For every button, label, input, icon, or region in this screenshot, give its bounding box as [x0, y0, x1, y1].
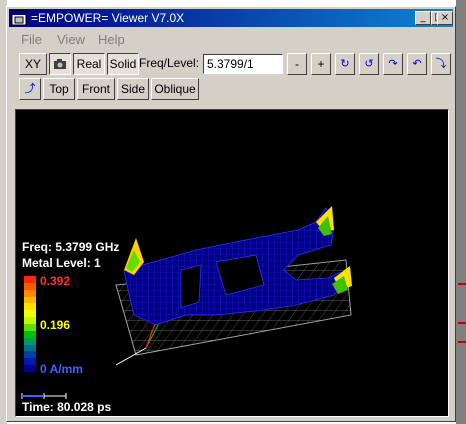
camera-button[interactable] [49, 53, 71, 75]
render-viewport[interactable]: Freq: 5.3799 GHz Metal Level: 1 0.392 0.… [15, 109, 449, 417]
title-bar[interactable]: =EMPOWER= Viewer V7.0X _ □ × [9, 9, 453, 27]
app-icon [11, 10, 27, 26]
rotate-up-button[interactable]: ⤴ [19, 78, 41, 100]
menu-view[interactable]: View [57, 32, 85, 47]
xy-button[interactable]: XY [19, 53, 47, 75]
rotate-left-button[interactable]: ↶ [407, 53, 427, 75]
color-scale-segment [24, 365, 36, 373]
oblique-view-button[interactable]: Oblique [151, 78, 199, 100]
solid-button[interactable]: Solid [107, 53, 139, 75]
rotate-right-button[interactable]: ↷ [383, 53, 403, 75]
rotate-down-icon: ⤵ [435, 57, 447, 70]
increase-button[interactable]: + [311, 53, 331, 75]
decrease-button[interactable]: - [287, 53, 307, 75]
scale-mid-label: 0.196 [40, 318, 71, 332]
menu-help[interactable]: Help [98, 32, 125, 47]
rotate-cw-icon: ↻ [340, 57, 350, 70]
desktop-right-edge [456, 0, 466, 424]
time-readout: Time: 80.028 ps [22, 400, 112, 414]
camera-icon [54, 59, 66, 69]
scale-min-label: 0 A/mm [40, 362, 83, 376]
toolbar-row-2: ⤴ Top Front Side Oblique [9, 78, 453, 100]
metal-level-readout: Metal Level: 1 [22, 256, 101, 270]
viewer-window: =EMPOWER= Viewer V7.0X _ □ × File View H… [6, 6, 456, 422]
desktop-red-mark [458, 283, 466, 285]
scale-ruler [21, 393, 67, 399]
close-button[interactable]: × [437, 11, 453, 25]
minimize-button[interactable]: _ [415, 11, 431, 25]
rotate-up-icon: ⤴ [24, 82, 36, 95]
rotate-right-icon: ↷ [388, 57, 398, 70]
freq-level-label: Freq/Level: [139, 56, 200, 70]
rotate-left-icon: ↶ [412, 57, 422, 70]
frequency-readout: Freq: 5.3799 GHz [22, 240, 120, 254]
menu-file[interactable]: File [21, 32, 42, 47]
freq-level-input[interactable] [203, 54, 283, 74]
front-view-button[interactable]: Front [77, 78, 115, 100]
desktop-red-mark [458, 341, 466, 343]
toolbar-row-1: XY Real Solid Freq/Level: - + ↻ ↺ ↷ ↶ ⤵ [9, 53, 453, 75]
rotate-down-button[interactable]: ⤵ [431, 53, 451, 75]
top-view-button[interactable]: Top [43, 78, 75, 100]
side-view-button[interactable]: Side [117, 78, 149, 100]
rotate-cw-button[interactable]: ↻ [335, 53, 355, 75]
mesh-hole-left [180, 264, 202, 309]
real-button[interactable]: Real [73, 53, 105, 75]
window-title: =EMPOWER= Viewer V7.0X [31, 11, 185, 25]
desktop-red-mark [458, 322, 466, 324]
rotate-ccw-icon: ↺ [364, 57, 374, 70]
axis-z [115, 347, 147, 366]
rotate-ccw-button[interactable]: ↺ [359, 53, 379, 75]
scale-max-label: 0.392 [40, 274, 71, 288]
color-scale-bar [24, 276, 36, 373]
menu-bar: File View Help [9, 29, 453, 49]
